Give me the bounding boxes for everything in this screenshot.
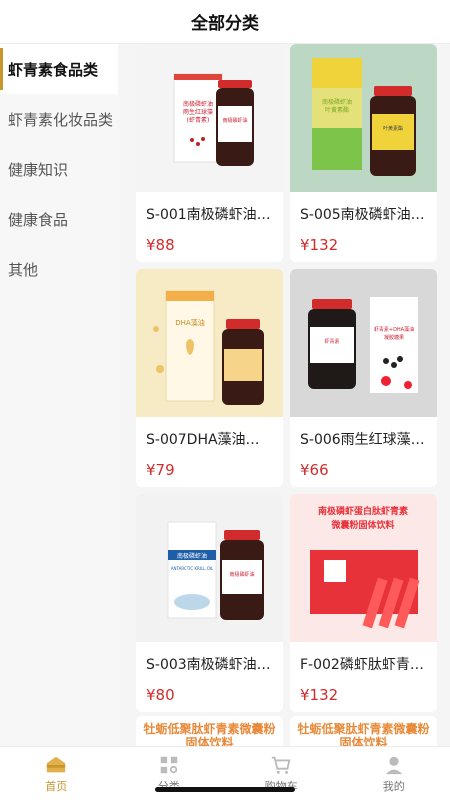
svg-text:DHA藻油: DHA藻油 xyxy=(175,318,204,327)
profile-icon xyxy=(385,756,402,774)
product-card-partial[interactable]: 牡蛎低聚肽虾青素微囊粉 固体饮料 xyxy=(290,716,437,746)
product-list: 南极磷虾油 雨生红球藻 (虾青素) 南极磷虾油 S-001南极磷虾油雨生红球藻 … xyxy=(118,44,450,746)
tab-label: 首页 xyxy=(45,779,68,793)
tab-profile[interactable]: 我的 xyxy=(338,747,450,800)
product-name: S-001南极磷虾油雨生红球藻 xyxy=(146,207,283,223)
product-card[interactable]: 南极磷虾油 雨生红球藻 (虾青素) 南极磷虾油 S-001南极磷虾油雨生红球藻 … xyxy=(136,44,283,262)
product-name: S-006雨生红球藻DHA藻油 xyxy=(300,432,437,448)
product-price: ¥88 xyxy=(146,236,175,254)
product-card[interactable]: 南极磷虾蛋白肽虾青素 微囊粉固体饮料 F-002磷虾肽虾青素微囊粉 ¥132 xyxy=(290,494,437,712)
svg-text:虾青素+DHA藻油: 虾青素+DHA藻油 xyxy=(374,326,414,333)
svg-text:叶黄素酯: 叶黄素酯 xyxy=(325,106,349,114)
product-name: S-003南极磷虾油凝胶糖果 xyxy=(146,657,283,673)
page-title: 全部分类 xyxy=(191,14,259,34)
product-image: 南极磷虾油 ANTARCTIC KRILL OIL 南极磷虾油 xyxy=(136,494,283,642)
sidebar-item-astaxanthin-cosmetics[interactable]: 虾青素化妆品类 xyxy=(0,94,118,144)
product-card[interactable]: 虾青素 虾青素+DHA藻油 凝胶糖果 S-006雨生红球藻DHA藻油 ¥66 xyxy=(290,269,437,487)
tab-category[interactable]: 分类 xyxy=(113,747,226,800)
svg-text:南极磷虾油: 南极磷虾油 xyxy=(183,100,213,108)
sidebar-item-other[interactable]: 其他 xyxy=(0,244,118,294)
top-bar: 全部分类 xyxy=(0,0,450,44)
svg-text:虾青素: 虾青素 xyxy=(324,338,339,345)
sidebar-item-health-food[interactable]: 健康食品 xyxy=(0,194,118,244)
tab-cart[interactable]: 购物车 xyxy=(225,747,338,800)
svg-text:ANTARCTIC KRILL OIL: ANTARCTIC KRILL OIL xyxy=(171,566,214,571)
sidebar-item-label: 其他 xyxy=(8,260,39,279)
svg-text:雨生红球藻: 雨生红球藻 xyxy=(183,108,213,116)
product-card-partial[interactable]: 牡蛎低聚肽虾青素微囊粉 固体饮料 xyxy=(136,716,283,746)
svg-text:叶黄素酯: 叶黄素酯 xyxy=(383,125,403,132)
product-image: 南极磷虾油 叶黄素酯 叶黄素酯 xyxy=(290,44,437,192)
product-image: 南极磷虾蛋白肽虾青素 微囊粉固体饮料 xyxy=(290,494,437,642)
tab-home[interactable]: 首页 xyxy=(0,747,113,800)
sidebar-item-health-knowledge[interactable]: 健康知识 xyxy=(0,144,118,194)
product-price: ¥80 xyxy=(146,686,175,704)
product-card[interactable]: 南极磷虾油 叶黄素酯 叶黄素酯 S-005南极磷虾油叶黄素酯 ¥132 xyxy=(290,44,437,262)
svg-text:微囊粉固体饮料: 微囊粉固体饮料 xyxy=(330,519,394,531)
home-indicator xyxy=(155,787,295,792)
sidebar-item-label: 虾青素化妆品类 xyxy=(8,110,114,129)
product-name: S-007DHA藻油凝胶糖果 xyxy=(146,432,283,448)
cart-icon xyxy=(272,756,291,774)
home-icon xyxy=(47,756,66,772)
svg-text:(虾青素): (虾青素) xyxy=(187,116,210,124)
product-name: F-002磷虾肽虾青素微囊粉 xyxy=(300,657,437,673)
product-card[interactable]: DHA藻油 S-007DHA藻油凝胶糖果 ¥79 xyxy=(136,269,283,487)
svg-text:南极磷虾油: 南极磷虾油 xyxy=(222,117,247,124)
product-name: S-005南极磷虾油叶黄素酯 xyxy=(300,207,437,223)
product-image: DHA藻油 xyxy=(136,269,283,417)
product-price: ¥132 xyxy=(300,686,339,704)
sidebar-item-astaxanthin-food[interactable]: 虾青素食品类 xyxy=(0,44,118,94)
product-image: 虾青素 虾青素+DHA藻油 凝胶糖果 xyxy=(290,269,437,417)
banner-text: 牡蛎低聚肽虾青素微囊粉 固体饮料 xyxy=(143,722,276,746)
category-icon xyxy=(160,756,177,773)
banner-text: 牡蛎低聚肽虾青素微囊粉 固体饮料 xyxy=(297,722,430,746)
sidebar-item-label: 健康食品 xyxy=(8,210,69,229)
svg-text:南极磷虾油: 南极磷虾油 xyxy=(229,571,254,578)
product-price: ¥66 xyxy=(300,461,329,479)
product-price: ¥79 xyxy=(146,461,175,479)
sidebar-item-label: 虾青素食品类 xyxy=(8,60,99,79)
product-image: 南极磷虾油 雨生红球藻 (虾青素) 南极磷虾油 xyxy=(136,44,283,192)
svg-text:南极磷虾蛋白肽虾青素: 南极磷虾蛋白肽虾青素 xyxy=(318,505,408,517)
sidebar-item-label: 健康知识 xyxy=(8,160,69,179)
svg-text:南极磷虾油: 南极磷虾油 xyxy=(177,552,207,560)
svg-text:南极磷虾油: 南极磷虾油 xyxy=(322,98,352,106)
product-card[interactable]: 南极磷虾油 ANTARCTIC KRILL OIL 南极磷虾油 S-003南极磷… xyxy=(136,494,283,712)
tab-label: 我的 xyxy=(382,779,405,793)
svg-text:凝胶糖果: 凝胶糖果 xyxy=(384,334,404,341)
category-sidebar: 虾青素食品类 虾青素化妆品类 健康知识 健康食品 其他 xyxy=(0,44,118,746)
product-price: ¥132 xyxy=(300,236,339,254)
